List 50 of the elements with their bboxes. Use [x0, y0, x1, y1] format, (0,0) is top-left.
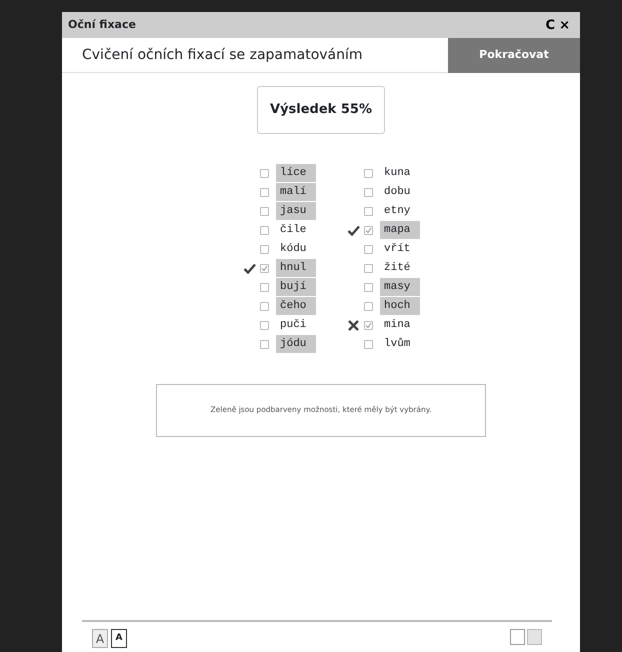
- word: dobu: [383, 184, 412, 200]
- checkbox[interactable]: [260, 340, 269, 348]
- word: líce: [276, 164, 316, 182]
- checkbox[interactable]: [364, 188, 373, 196]
- word: bují: [276, 278, 316, 296]
- page-title: Cvičení očních fixací se zapamatováním: [81, 46, 364, 64]
- checkbox[interactable]: [260, 282, 269, 292]
- word: lvům: [383, 336, 412, 352]
- checkbox[interactable]: [364, 340, 373, 348]
- checkbox[interactable]: [364, 244, 373, 254]
- checkbox[interactable]: [364, 264, 373, 272]
- layout-button[interactable]: [527, 629, 542, 645]
- word: hoch: [380, 296, 420, 316]
- word: hnul: [276, 258, 316, 278]
- checkbox[interactable]: [260, 206, 269, 216]
- checkbox[interactable]: [364, 206, 373, 216]
- word: kódu: [279, 242, 308, 257]
- word: kuna: [383, 166, 412, 181]
- word: žité: [383, 260, 412, 276]
- checkbox[interactable]: [364, 320, 373, 330]
- checkbox[interactable]: [260, 244, 269, 254]
- checkbox[interactable]: [260, 226, 269, 234]
- word: mapa: [380, 220, 420, 240]
- font-size-button[interactable]: A: [92, 629, 108, 648]
- word: malí: [276, 182, 316, 202]
- word: vřít: [383, 242, 412, 257]
- checkbox[interactable]: [364, 226, 373, 234]
- checkbox[interactable]: [260, 320, 269, 330]
- font-size-button[interactable]: A: [111, 629, 127, 648]
- word: puči: [279, 318, 308, 333]
- word: masy: [380, 278, 420, 296]
- checkbox[interactable]: [260, 168, 269, 178]
- word: jódu: [276, 334, 316, 354]
- checkbox[interactable]: [364, 282, 373, 292]
- checkbox[interactable]: [364, 302, 373, 310]
- result-box: Výsledek 55%: [257, 86, 385, 134]
- checkbox[interactable]: [364, 168, 373, 178]
- checkbox[interactable]: [260, 264, 269, 272]
- word: jasu: [276, 202, 316, 220]
- word: mina: [383, 318, 412, 333]
- checkbox[interactable]: [260, 188, 269, 196]
- word: etny: [383, 204, 412, 219]
- close-button[interactable]: ×: [557, 18, 572, 32]
- refresh-button[interactable]: C: [544, 18, 558, 32]
- window-title: Oční fixace: [68, 16, 136, 33]
- layout-button[interactable]: [510, 629, 525, 645]
- continue-button[interactable]: Pokračovat: [448, 38, 580, 72]
- checkbox[interactable]: [260, 302, 269, 310]
- word: čile: [279, 222, 308, 238]
- word: čeho: [276, 296, 316, 316]
